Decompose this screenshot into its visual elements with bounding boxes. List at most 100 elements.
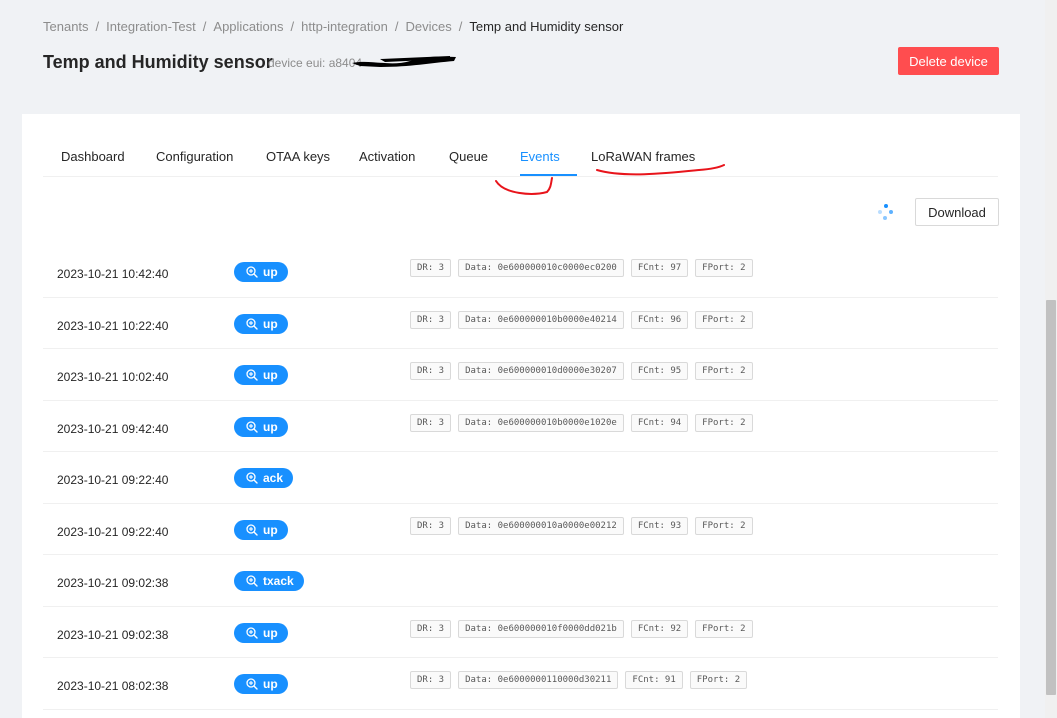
- event-field: FCnt: 93: [630, 516, 689, 535]
- event-type-tag[interactable]: up: [234, 365, 288, 385]
- event-timestamp: 2023-10-21 08:02:38: [57, 679, 169, 693]
- active-tab-indicator: [520, 174, 577, 176]
- event-field: Data: 0e600000010b0000e40214: [458, 310, 624, 329]
- event-type-tag[interactable]: up: [234, 262, 288, 282]
- event-fields: DR: 3 Data: 0e600000010d0000e30207 FCnt: 9…: [410, 362, 753, 380]
- event-row: 2023-10-21 09:42:40 up DR: 3 Data: 0e600000…: [43, 401, 998, 452]
- event-timestamp: 2023-10-21 09:42:40: [57, 421, 169, 436]
- zoom-in-icon: [246, 575, 258, 587]
- event-type-label: up: [263, 419, 278, 434]
- event-field: DR: 3: [410, 516, 452, 535]
- event-timestamp: 2023-10-21 09:22:40: [57, 524, 169, 539]
- event-field: FPort: 2: [695, 516, 753, 535]
- event-field: Data: 0e6000000110000d30211: [458, 671, 619, 689]
- event-fields: DR: 3 Data: 0e600000010a0000e00212 FCnt: 9…: [410, 516, 753, 535]
- breadcrumb-separator: /: [290, 19, 295, 34]
- event-field: Data: 0e600000010c0000ec0200: [458, 259, 624, 277]
- tab-otaa-keys[interactable]: OTAA keys: [266, 149, 330, 164]
- breadcrumb-separator: /: [95, 19, 100, 34]
- event-timestamp: 2023-10-21 10:42:40: [57, 267, 169, 281]
- download-button[interactable]: Download: [915, 198, 999, 226]
- annotation-underline-events: [495, 177, 553, 195]
- tab-events[interactable]: Events: [520, 149, 560, 164]
- zoom-in-icon: [246, 523, 258, 536]
- event-type-label: up: [263, 522, 278, 537]
- event-timestamp: 2023-10-21 10:02:40: [57, 370, 169, 384]
- event-row: 2023-10-21 10:22:40 up DR: 3 Data: 0e600000…: [43, 298, 998, 349]
- event-fields: DR: 3 Data: 0e600000010b0000e40214 FCnt: 9…: [410, 310, 753, 329]
- breadcrumb-item[interactable]: Integration-Test: [106, 19, 196, 34]
- event-type-label: up: [263, 677, 278, 691]
- zoom-in-icon: [246, 369, 258, 381]
- event-field: FPort: 2: [695, 310, 753, 329]
- breadcrumb: Tenants / Integration-Test / Applications / ht…: [43, 19, 623, 34]
- event-field: Data: 0e600000010b0000e1020e: [458, 413, 624, 432]
- delete-device-button[interactable]: Delete device: [898, 47, 999, 75]
- scrollbar-thumb[interactable]: [1046, 300, 1056, 695]
- event-field: FCnt: 94: [630, 413, 689, 432]
- tab-dashboard[interactable]: Dashboard: [61, 149, 125, 164]
- event-field: DR: 3: [410, 619, 452, 638]
- event-fields: DR: 3 Data: 0e600000010b0000e1020e FCnt: 9…: [410, 413, 753, 432]
- event-row: 2023-10-21 10:42:40 up DR: 3 Data: 0e600000…: [43, 246, 998, 298]
- event-row: 2023-10-21 09:02:38 up DR: 3 Data: 0e600000…: [43, 607, 998, 658]
- breadcrumb-separator: /: [458, 19, 463, 34]
- page-scrollbar[interactable]: [1045, 0, 1057, 718]
- event-timestamp: 2023-10-21 09:02:38: [57, 576, 169, 590]
- event-row: 2023-10-21 09:02:38 txack: [43, 555, 998, 607]
- event-row: 2023-10-21 08:02:38 up DR: 3 Data: 0e600000…: [43, 658, 998, 710]
- breadcrumb-item[interactable]: http-integration: [301, 19, 388, 34]
- event-type-tag[interactable]: txack: [234, 571, 304, 591]
- tab-bar: Dashboard Configuration OTAA keys Activatio…: [43, 114, 998, 177]
- event-type-tag[interactable]: up: [234, 519, 288, 540]
- event-field: FCnt: 91: [625, 671, 683, 689]
- event-type-label: up: [263, 368, 278, 382]
- event-field: Data: 0e600000010a0000e00212: [458, 516, 624, 535]
- tab-configuration[interactable]: Configuration: [156, 149, 233, 164]
- event-field: Data: 0e600000010f0000dd021b: [458, 619, 624, 638]
- breadcrumb-item[interactable]: Tenants: [43, 19, 89, 34]
- breadcrumb-separator: /: [394, 19, 399, 34]
- event-field: FCnt: 95: [630, 362, 689, 380]
- event-field: FCnt: 92: [630, 619, 689, 638]
- event-timestamp: 2023-10-21 09:22:40: [57, 473, 169, 487]
- breadcrumb-item[interactable]: Applications: [213, 19, 283, 34]
- loading-spinner-icon: [877, 203, 895, 221]
- tab-activation[interactable]: Activation: [359, 149, 415, 164]
- event-fields: DR: 3 Data: 0e6000000110000d30211 FCnt: 91…: [410, 671, 748, 689]
- event-field: DR: 3: [410, 362, 452, 380]
- zoom-in-icon: [246, 420, 258, 433]
- event-timestamp: 2023-10-21 10:22:40: [57, 318, 169, 333]
- event-list: 2023-10-21 10:42:40 up DR: 3 Data: 0e600000…: [43, 246, 998, 710]
- event-field: FPort: 2: [695, 413, 753, 432]
- event-field: DR: 3: [410, 671, 452, 689]
- tab-lorawan-frames[interactable]: LoRaWAN frames: [591, 149, 695, 164]
- event-type-tag[interactable]: up: [234, 313, 288, 334]
- zoom-in-icon: [246, 266, 258, 278]
- event-field: FPort: 2: [695, 259, 753, 277]
- event-type-tag[interactable]: up: [234, 416, 288, 437]
- breadcrumb-separator: /: [202, 19, 207, 34]
- redaction-scribble: [352, 56, 456, 67]
- event-type-tag[interactable]: ack: [234, 468, 294, 488]
- event-type-label: ack: [263, 471, 284, 485]
- event-field: DR: 3: [410, 259, 452, 277]
- event-field: FPort: 2: [695, 362, 753, 380]
- device-eui: device eui: a8404: [268, 56, 363, 70]
- event-row: 2023-10-21 09:22:40 ack: [43, 452, 998, 504]
- event-type-tag[interactable]: up: [234, 622, 288, 643]
- event-field: FPort: 2: [689, 671, 748, 689]
- event-type-label: txack: [263, 574, 294, 588]
- event-field: Data: 0e600000010d0000e30207: [458, 362, 624, 380]
- breadcrumb-item[interactable]: Devices: [406, 19, 452, 34]
- event-timestamp: 2023-10-21 09:02:38: [57, 627, 169, 642]
- event-type-tag[interactable]: up: [234, 674, 288, 694]
- event-type-label: up: [263, 625, 278, 640]
- zoom-in-icon: [246, 317, 258, 330]
- tab-queue[interactable]: Queue: [449, 149, 488, 164]
- event-row: 2023-10-21 10:02:40 up DR: 3 Data: 0e600000…: [43, 349, 998, 401]
- event-type-label: up: [263, 316, 278, 331]
- content-card: Dashboard Configuration OTAA keys Activatio…: [22, 114, 1020, 718]
- breadcrumb-item: Temp and Humidity sensor: [469, 19, 624, 34]
- event-row: 2023-10-21 09:22:40 up DR: 3 Data: 0e600000…: [43, 504, 998, 555]
